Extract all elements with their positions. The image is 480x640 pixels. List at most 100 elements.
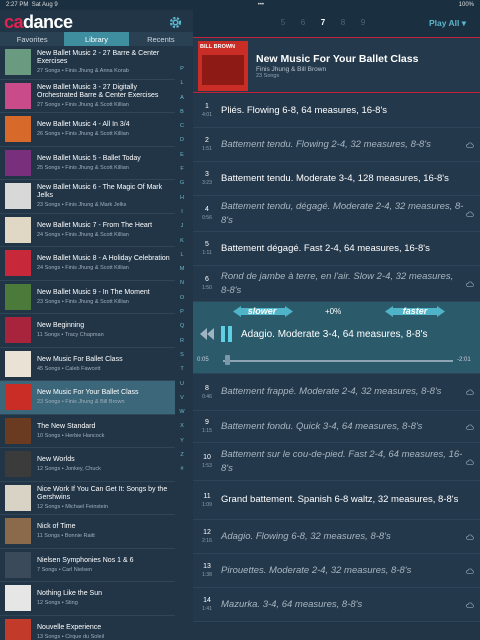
album-list-item[interactable]: New Ballet Music 3 - 27 Digitally Orches… [0, 80, 175, 113]
album-list-item[interactable]: New Ballet Music 2 - 27 Barre & Center E… [0, 46, 175, 80]
alphabet-letter[interactable]: H [180, 195, 184, 209]
track-duration: 0:56 [202, 215, 212, 221]
alphabet-letter[interactable]: R [180, 338, 184, 352]
track-row[interactable]: 14 1:41 Mazurka. 3-4, 64 measures, 8-8's [193, 588, 480, 622]
tab-favorites[interactable]: Favorites [0, 32, 65, 46]
play-all-button[interactable]: Play All ▾ [429, 18, 466, 29]
track-duration: 1:41 [202, 606, 212, 612]
track-row[interactable]: 5 1:11 Battement dégagé. Fast 2-4, 64 meas… [193, 232, 480, 266]
alphabet-letter[interactable]: P [180, 66, 184, 80]
alphabet-letter[interactable]: P [180, 309, 184, 323]
alphabet-letter[interactable]: M [180, 266, 185, 280]
track-row[interactable]: 3 3:23 Battement tendu. Moderate 3-4, 128 … [193, 162, 480, 196]
track-number: 8 [205, 384, 209, 392]
alphabet-letter[interactable]: B [180, 109, 184, 123]
album-list-item[interactable]: Nice Work If You Can Get It: Songs by th… [0, 482, 175, 515]
slower-button[interactable]: slower [237, 306, 287, 317]
alphabet-letter[interactable]: Y [180, 438, 184, 452]
alphabet-letter[interactable]: T [180, 366, 183, 380]
track-row[interactable]: 1 4:01 Pliés. Flowing 6-8, 64 measures, 16… [193, 94, 480, 128]
alphabet-letter[interactable]: D [180, 137, 184, 151]
cloud-download-icon[interactable] [466, 534, 474, 540]
track-row[interactable]: 11 1:09 Grand battement. Spanish 6-8 waltz… [193, 481, 480, 520]
album-list-meta: 24 Songs • Finis Jhung & Scott Killian [37, 231, 129, 238]
album-list-item[interactable]: Nothing Like the Sun 12 Songs • Sting [0, 582, 175, 616]
page-number[interactable]: 5 [273, 18, 293, 27]
alphabet-letter[interactable]: J [181, 223, 184, 237]
pause-icon[interactable] [221, 326, 233, 342]
page-number[interactable]: 8 [333, 18, 353, 27]
cloud-download-icon[interactable] [466, 389, 474, 395]
alphabet-index[interactable]: P L A B C D E F G H I J K L M N O P Q R S T U V W X Y Z # [176, 66, 188, 640]
alphabet-letter[interactable]: # [180, 466, 183, 480]
album-list-item[interactable]: New Ballet Music 7 - From The Heart 24 So… [0, 214, 175, 247]
alphabet-letter[interactable]: V [180, 395, 184, 409]
alphabet-letter[interactable]: A [180, 95, 184, 109]
album-thumbnail [5, 49, 31, 76]
track-row[interactable]: 12 2:16 Adagio. Flowing 6-8, 32 measures, … [193, 520, 480, 554]
cloud-download-icon[interactable] [466, 568, 474, 574]
alphabet-letter[interactable]: S [180, 352, 184, 366]
album-list-item[interactable]: New Music For Ballet Class 45 Songs • Cal… [0, 348, 175, 381]
tab-recents[interactable]: Recents [128, 32, 193, 46]
track-row[interactable]: 6 1:50 Rond de jambe à terre, en l'air. Sl… [193, 266, 480, 302]
alphabet-letter[interactable]: L [180, 252, 183, 266]
rewind-icon[interactable] [200, 328, 214, 340]
album-thumbnail [5, 484, 31, 511]
album-list-item[interactable]: Nielsen Symphonies Nos 1 & 6 7 Songs • Ca… [0, 549, 175, 582]
track-title: Battement tendu. Moderate 3-4, 128 measu… [221, 172, 449, 184]
track-row[interactable]: 13 1:38 Pirouettes. Moderate 2-4, 32 measu… [193, 554, 480, 588]
progress-track[interactable] [223, 360, 453, 362]
alphabet-letter[interactable]: Z [180, 452, 183, 466]
album-list-item[interactable]: New Worlds 12 Songs • Jonkey, Chuck [0, 448, 175, 482]
cloud-download-icon[interactable] [466, 424, 474, 430]
page-number[interactable]: 9 [353, 18, 373, 27]
album-list-item[interactable]: New Ballet Music 4 - All In 3/4 26 Songs … [0, 113, 175, 147]
alphabet-letter[interactable]: N [180, 280, 184, 294]
alphabet-letter[interactable]: U [180, 381, 184, 395]
alphabet-letter[interactable]: W [179, 409, 184, 423]
page-number[interactable]: 7 [313, 18, 333, 27]
album-thumbnail [5, 451, 31, 478]
alphabet-letter[interactable]: I [181, 209, 183, 223]
album-list-item[interactable]: New Ballet Music 5 - Ballet Today 25 Song… [0, 147, 175, 180]
track-row[interactable]: 8 0:46 Battement frappé. Moderate 2-4, 32 … [193, 374, 480, 411]
alphabet-letter[interactable]: O [180, 295, 184, 309]
cloud-download-icon[interactable] [466, 602, 474, 608]
album-list-item[interactable]: New Music For Your Ballet Class 23 Songs … [0, 381, 175, 415]
now-playing-player: slower +0% faster Adagio. Moderate 3-4, 64 … [193, 302, 480, 374]
cloud-download-icon[interactable] [466, 281, 474, 287]
alphabet-letter[interactable]: L [180, 80, 183, 94]
alphabet-letter[interactable]: G [180, 180, 184, 194]
faster-button[interactable]: faster [393, 306, 437, 317]
alphabet-letter[interactable]: F [180, 166, 183, 180]
alphabet-letter[interactable]: K [180, 238, 184, 252]
cloud-download-icon[interactable] [466, 459, 474, 465]
track-row[interactable]: 10 1:53 Battement sur le cou-de-pied. Fast… [193, 443, 480, 481]
track-row[interactable]: 4 0:56 Battement tendu, dégagé. Moderate 2… [193, 196, 480, 232]
alphabet-letter[interactable]: X [180, 423, 184, 437]
progress-thumb[interactable] [225, 355, 231, 365]
cloud-download-icon[interactable] [466, 211, 474, 217]
track-row[interactable]: 9 1:15 Battement fondu. Quick 3-4, 64 meas… [193, 411, 480, 443]
alphabet-letter[interactable]: Q [180, 323, 184, 337]
page-number[interactable]: 6 [293, 18, 313, 27]
album-thumbnail [5, 116, 31, 143]
cloud-download-icon[interactable] [466, 142, 474, 148]
track-duration: 4:01 [202, 112, 212, 118]
album-list-item[interactable]: New Ballet Music 9 - In The Moment 23 Son… [0, 281, 175, 314]
track-row[interactable]: 2 1:51 Battement tendu. Flowing 2-4, 32 me… [193, 128, 480, 162]
multitask-dots[interactable]: ••• [258, 2, 264, 8]
album-list-item[interactable]: New Ballet Music 6 - The Magic Of Mark J… [0, 180, 175, 214]
alphabet-letter[interactable]: E [180, 152, 184, 166]
tab-library[interactable]: Library [64, 32, 129, 46]
track-title: Pliés. Flowing 6-8, 64 measures, 16-8's [221, 104, 388, 116]
alphabet-letter[interactable]: C [180, 123, 184, 137]
album-list-item[interactable]: New Beginning 11 Songs • Tracy Chapman [0, 314, 175, 348]
album-list-title: New Ballet Music 7 - From The Heart [37, 221, 153, 229]
album-list-item[interactable]: The New Standard 10 Songs • Herbie Hancoc… [0, 415, 175, 448]
album-list-item[interactable]: Nouvelle Experience 13 Songs • Cirque du … [0, 616, 175, 640]
gear-icon[interactable] [168, 15, 183, 30]
album-list-item[interactable]: Nick of Time 11 Songs • Bonnie Raitt [0, 515, 175, 549]
album-list-item[interactable]: New Ballet Music 8 - A Holiday Celebrati… [0, 247, 175, 281]
